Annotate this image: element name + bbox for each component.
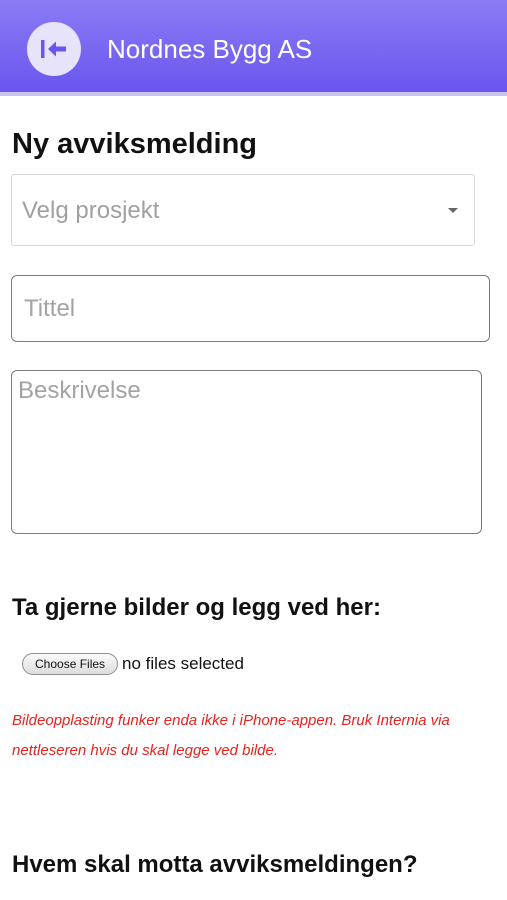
file-upload: Choose Files no files selected [22,650,244,678]
upload-heading: Ta gjerne bilder og legg ved her: [12,594,381,621]
project-select-value: Velg prosjekt [22,197,160,224]
chevron-down-icon [448,208,458,213]
project-select[interactable]: Velg prosjekt [11,174,475,246]
page-title: Ny avviksmelding [12,128,257,160]
title-input[interactable] [11,275,490,342]
choose-files-button[interactable]: Choose Files [22,653,119,675]
upload-warning: Bildeopplasting funker enda ikke i iPhon… [12,712,450,759]
recipients-heading: Hvem skal motta avviksmeldingen? [12,851,418,878]
file-status: no files selected [122,654,244,673]
app-header: Nordnes Bygg AS [0,0,507,96]
back-arrow-icon [41,40,66,58]
back-button[interactable] [27,22,81,76]
description-input[interactable] [11,370,482,534]
app-title: Nordnes Bygg AS [107,34,313,64]
